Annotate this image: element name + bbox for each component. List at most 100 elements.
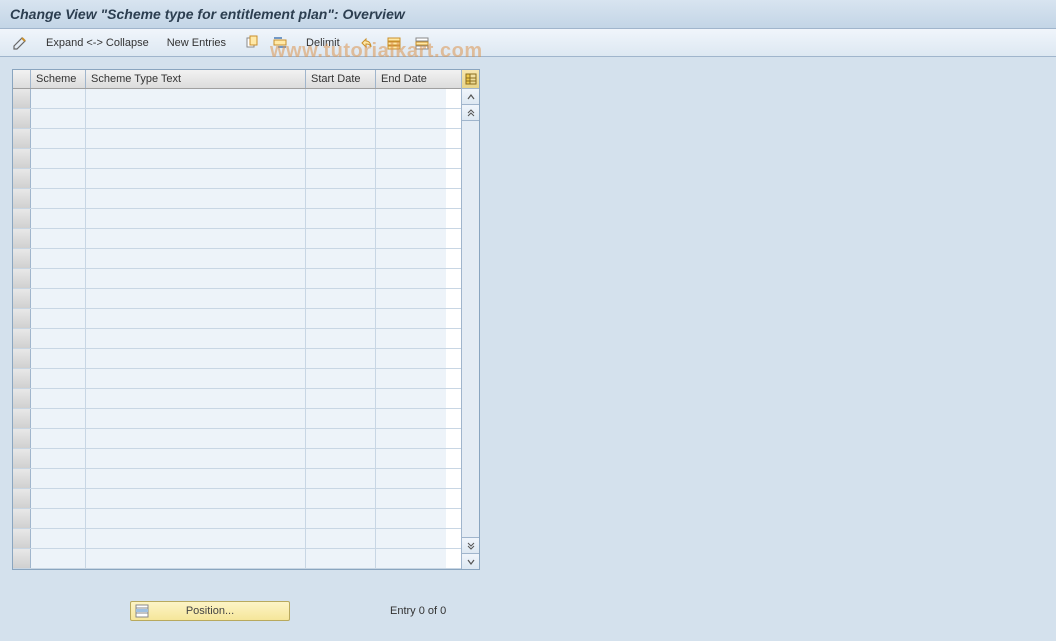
table-row[interactable] (13, 349, 461, 369)
row-selector[interactable] (13, 169, 31, 188)
cell-start-date[interactable] (306, 249, 376, 268)
row-selector[interactable] (13, 449, 31, 468)
row-selector[interactable] (13, 329, 31, 348)
cell-start-date[interactable] (306, 529, 376, 548)
cell-end-date[interactable] (376, 429, 446, 448)
cell-scheme-type-text[interactable] (86, 189, 306, 208)
row-selector[interactable] (13, 429, 31, 448)
table-settings-button[interactable] (462, 70, 479, 89)
cell-scheme[interactable] (31, 529, 86, 548)
row-selector[interactable] (13, 269, 31, 288)
cell-scheme[interactable] (31, 469, 86, 488)
table-row[interactable] (13, 329, 461, 349)
cell-scheme[interactable] (31, 449, 86, 468)
cell-start-date[interactable] (306, 469, 376, 488)
cell-scheme-type-text[interactable] (86, 249, 306, 268)
table-row[interactable] (13, 209, 461, 229)
expand-collapse-button[interactable]: Expand <-> Collapse (42, 35, 153, 51)
cell-start-date[interactable] (306, 509, 376, 528)
column-header-start-date[interactable]: Start Date (306, 70, 376, 88)
cell-end-date[interactable] (376, 189, 446, 208)
cell-scheme-type-text[interactable] (86, 309, 306, 328)
table-row[interactable] (13, 469, 461, 489)
scroll-page-up-button[interactable] (462, 105, 479, 121)
cell-start-date[interactable] (306, 389, 376, 408)
position-button[interactable]: Position... (130, 601, 290, 621)
scroll-page-down-button[interactable] (462, 537, 479, 553)
row-selector[interactable] (13, 549, 31, 568)
cell-end-date[interactable] (376, 449, 446, 468)
cell-start-date[interactable] (306, 449, 376, 468)
row-selector[interactable] (13, 129, 31, 148)
cell-scheme-type-text[interactable] (86, 489, 306, 508)
cell-scheme-type-text[interactable] (86, 509, 306, 528)
cell-start-date[interactable] (306, 89, 376, 108)
row-selector[interactable] (13, 409, 31, 428)
cell-scheme[interactable] (31, 109, 86, 128)
cell-start-date[interactable] (306, 229, 376, 248)
cell-start-date[interactable] (306, 429, 376, 448)
cell-scheme-type-text[interactable] (86, 169, 306, 188)
cell-scheme-type-text[interactable] (86, 149, 306, 168)
table-row[interactable] (13, 269, 461, 289)
cell-scheme-type-text[interactable] (86, 329, 306, 348)
cell-scheme[interactable] (31, 489, 86, 508)
cell-start-date[interactable] (306, 409, 376, 428)
cell-scheme[interactable] (31, 429, 86, 448)
cell-scheme-type-text[interactable] (86, 209, 306, 228)
row-selector[interactable] (13, 229, 31, 248)
table-row[interactable] (13, 109, 461, 129)
cell-scheme-type-text[interactable] (86, 129, 306, 148)
cell-scheme[interactable] (31, 329, 86, 348)
column-header-end-date[interactable]: End Date (376, 70, 446, 88)
table-row[interactable] (13, 369, 461, 389)
delimit-button[interactable]: Delimit (302, 35, 344, 51)
cell-start-date[interactable] (306, 289, 376, 308)
scroll-up-button[interactable] (462, 89, 479, 105)
table-row[interactable] (13, 409, 461, 429)
table-row[interactable] (13, 189, 461, 209)
table-row[interactable] (13, 549, 461, 569)
cell-scheme-type-text[interactable] (86, 529, 306, 548)
cell-start-date[interactable] (306, 129, 376, 148)
row-selector[interactable] (13, 89, 31, 108)
cell-end-date[interactable] (376, 409, 446, 428)
row-selector[interactable] (13, 349, 31, 368)
row-selector[interactable] (13, 209, 31, 228)
vertical-scrollbar[interactable] (461, 70, 479, 569)
cell-scheme-type-text[interactable] (86, 89, 306, 108)
table-row[interactable] (13, 529, 461, 549)
table-row[interactable] (13, 169, 461, 189)
cell-scheme[interactable] (31, 129, 86, 148)
row-selector[interactable] (13, 509, 31, 528)
table-row[interactable] (13, 429, 461, 449)
row-selector[interactable] (13, 309, 31, 328)
cell-scheme[interactable] (31, 189, 86, 208)
cell-end-date[interactable] (376, 369, 446, 388)
cell-end-date[interactable] (376, 289, 446, 308)
cell-end-date[interactable] (376, 329, 446, 348)
cell-scheme-type-text[interactable] (86, 429, 306, 448)
row-selector[interactable] (13, 109, 31, 128)
column-header-scheme[interactable]: Scheme (31, 70, 86, 88)
row-selector[interactable] (13, 369, 31, 388)
undo-button[interactable] (354, 33, 378, 53)
cell-end-date[interactable] (376, 509, 446, 528)
cell-scheme[interactable] (31, 149, 86, 168)
toggle-edit-button[interactable] (8, 33, 32, 53)
new-entries-button[interactable]: New Entries (163, 35, 230, 51)
cell-end-date[interactable] (376, 89, 446, 108)
row-selector[interactable] (13, 489, 31, 508)
row-selector[interactable] (13, 289, 31, 308)
cell-scheme[interactable] (31, 209, 86, 228)
cell-scheme-type-text[interactable] (86, 349, 306, 368)
row-selector[interactable] (13, 189, 31, 208)
cell-end-date[interactable] (376, 109, 446, 128)
cell-start-date[interactable] (306, 329, 376, 348)
cell-end-date[interactable] (376, 469, 446, 488)
cell-scheme[interactable] (31, 549, 86, 568)
cell-start-date[interactable] (306, 209, 376, 228)
cell-end-date[interactable] (376, 169, 446, 188)
cell-end-date[interactable] (376, 549, 446, 568)
cell-scheme[interactable] (31, 169, 86, 188)
